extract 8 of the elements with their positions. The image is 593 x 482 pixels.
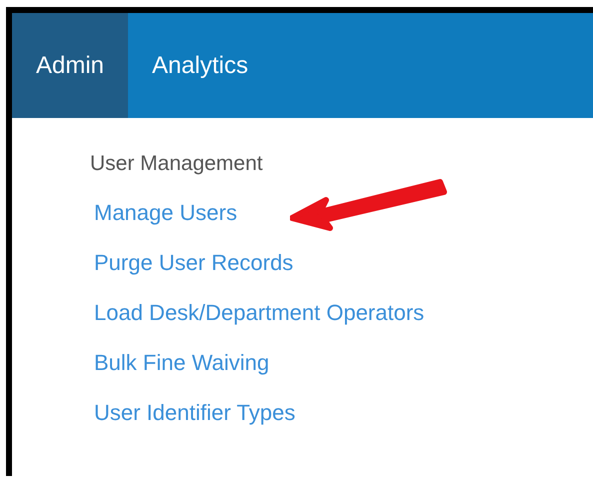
menu-link[interactable]: Load Desk/Department Operators xyxy=(90,300,424,326)
nav-tab[interactable]: Analytics xyxy=(128,13,272,118)
menu-link[interactable]: Purge User Records xyxy=(90,250,294,276)
menu-link[interactable]: Manage Users xyxy=(90,200,238,226)
nav-tab[interactable]: Admin xyxy=(12,13,128,118)
section-heading: User Management xyxy=(90,152,264,176)
menu-link[interactable]: User Identifier Types xyxy=(90,400,296,426)
menu-link[interactable]: Bulk Fine Waiving xyxy=(90,350,270,376)
